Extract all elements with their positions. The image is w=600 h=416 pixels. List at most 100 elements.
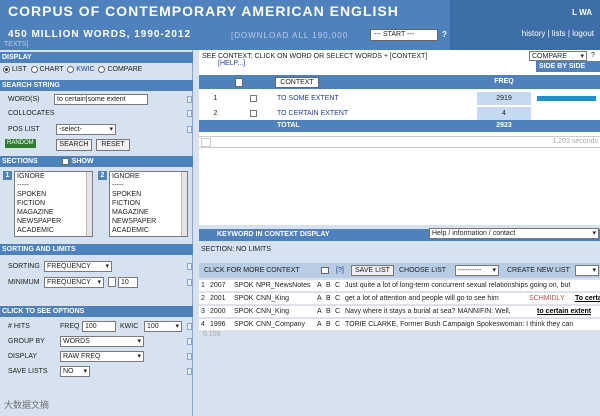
groupby-select[interactable]: WORDS: [60, 336, 144, 347]
download-link-texts[interactable]: TEXTS]: [4, 41, 29, 48]
kwic-a[interactable]: A: [317, 280, 322, 291]
kwic-a[interactable]: A: [317, 319, 322, 330]
list-item[interactable]: NEWSPAPER: [17, 217, 92, 226]
download-link[interactable]: [DOWNLOAD ALL 190,000: [231, 31, 348, 40]
help-icon[interactable]: [187, 96, 192, 103]
help-icon[interactable]: [187, 279, 192, 286]
list-item[interactable]: MAGAZINE: [112, 208, 187, 217]
kwic-b[interactable]: B: [326, 306, 331, 317]
kwic-row[interactable]: 1 2007 SPOK NPR_NewsNotes A B C Just qui…: [199, 280, 600, 292]
list-item[interactable]: FICTION: [17, 199, 92, 208]
help-icon[interactable]: ?: [442, 30, 447, 39]
row-checkbox[interactable]: [232, 107, 275, 120]
minimum-checkbox[interactable]: [108, 277, 116, 287]
help-icon[interactable]: [187, 353, 192, 360]
kwic-b[interactable]: B: [326, 280, 331, 291]
table-row[interactable]: 1 TO SOME EXTENT 2919: [199, 92, 600, 105]
save-list-button[interactable]: SAVE LIST: [351, 265, 394, 276]
search-string-header[interactable]: SEARCH STRING: [0, 80, 193, 91]
radio-icon[interactable]: [30, 66, 38, 73]
scrollbar[interactable]: [181, 172, 187, 236]
sorting-header[interactable]: SORTING AND LIMITS: [0, 244, 193, 255]
list-item[interactable]: SPOKEN: [112, 190, 187, 199]
kwic-c[interactable]: C: [335, 280, 340, 291]
kwic-a[interactable]: A: [317, 293, 322, 304]
kwic-row[interactable]: 2 2001 SPOK CNN_King A B C get a lot of …: [199, 293, 600, 305]
list-item[interactable]: NEWSPAPER: [112, 217, 187, 226]
help-icon[interactable]: [187, 368, 192, 375]
kwic-c[interactable]: C: [335, 293, 340, 304]
random-link[interactable]: RANDOM: [5, 139, 36, 148]
kwic-a[interactable]: A: [317, 306, 322, 317]
table-row[interactable]: 2 TO CERTAIN EXTENT 4: [199, 107, 600, 120]
minimum-input[interactable]: 10: [118, 277, 138, 288]
help-icon[interactable]: [187, 126, 192, 133]
list-item[interactable]: -----: [112, 181, 187, 190]
poslist-select[interactable]: -select-: [56, 124, 116, 135]
sorting-select[interactable]: FREQUENCY: [44, 261, 112, 272]
compare-select[interactable]: COMPARE: [529, 51, 587, 61]
select-all-checkbox[interactable]: [321, 267, 329, 274]
sections-header[interactable]: SECTIONS SHOW: [0, 156, 193, 167]
history-link[interactable]: history: [522, 29, 546, 38]
sections-list-2[interactable]: IGNORE ----- SPOKEN FICTION MAGAZINE NEW…: [109, 171, 188, 237]
reset-button[interactable]: RESET: [96, 139, 130, 151]
display-kwic-option[interactable]: KWIC: [67, 66, 95, 73]
freq-header[interactable]: FREQ: [477, 75, 531, 89]
select-all-checkbox[interactable]: [235, 78, 243, 87]
help-icon[interactable]: [187, 323, 192, 330]
kwic-row[interactable]: 3 2000 SPOK CNN_King A B C Navy where it…: [199, 306, 600, 318]
radio-icon[interactable]: [3, 66, 10, 73]
kwic-source[interactable]: CNN_King: [256, 306, 289, 317]
display-chart-option[interactable]: CHART: [30, 66, 63, 73]
list-item[interactable]: FICTION: [112, 199, 187, 208]
show-checkbox[interactable]: [61, 157, 69, 165]
row-word[interactable]: TO SOME EXTENT: [275, 92, 477, 105]
display-select[interactable]: RAW FREQ: [60, 351, 144, 362]
row-checkbox[interactable]: [232, 92, 275, 105]
side-by-side-select[interactable]: SIDE BY SIDE: [536, 61, 600, 72]
kwic-source[interactable]: CNN_Company: [256, 319, 305, 330]
new-list-input[interactable]: [575, 265, 599, 276]
freq-input[interactable]: 100: [82, 321, 116, 332]
radio-icon[interactable]: [98, 66, 106, 73]
display-compare-option[interactable]: COMPARE: [98, 66, 142, 73]
site-title[interactable]: CORPUS OF CONTEMPORARY AMERICAN ENGLISH: [8, 3, 399, 19]
choose-list-select[interactable]: ----------: [455, 265, 499, 276]
kwic-b[interactable]: B: [326, 319, 331, 330]
minimum-select[interactable]: FREQUENCY: [44, 277, 104, 288]
kwic-row[interactable]: 4 1996 SPOK CNN_Company A B C TORIE CLAR…: [199, 319, 600, 331]
kwic-source[interactable]: CNN_King: [256, 293, 289, 304]
list-item[interactable]: IGNORE: [17, 172, 92, 181]
context-button[interactable]: CONTEXT: [275, 77, 319, 88]
display-list-option[interactable]: LIST: [3, 66, 27, 73]
list-item[interactable]: SPOKEN: [17, 190, 92, 199]
help-icon[interactable]: [187, 263, 192, 270]
help-icon[interactable]: [187, 110, 192, 117]
words-input[interactable]: to certain|some extent: [54, 94, 148, 105]
help-select[interactable]: Help / information / contact: [429, 228, 599, 239]
list-item[interactable]: IGNORE: [112, 172, 187, 181]
kwic-hit[interactable]: To certa: [575, 293, 600, 304]
help-link[interactable]: [?]: [336, 263, 344, 278]
help-link[interactable]: [HELP...]: [218, 60, 427, 67]
kwic-c[interactable]: C: [335, 306, 340, 317]
list-item[interactable]: ACADEMIC: [112, 226, 187, 235]
sections-list-1[interactable]: IGNORE ----- SPOKEN FICTION MAGAZINE NEW…: [14, 171, 93, 237]
kwic-c[interactable]: C: [335, 319, 340, 330]
search-button[interactable]: SEARCH: [56, 139, 92, 151]
options-header[interactable]: CLICK TO SEE OPTIONS: [0, 306, 193, 317]
logout-link[interactable]: logout: [572, 29, 594, 38]
kwic-select[interactable]: 100: [144, 321, 182, 332]
radio-icon[interactable]: [67, 66, 75, 73]
kwic-b[interactable]: B: [326, 293, 331, 304]
row-word[interactable]: TO CERTAIN EXTENT: [275, 107, 477, 120]
help-icon[interactable]: [187, 338, 192, 345]
start-select[interactable]: --- START ---: [370, 29, 438, 41]
kwic-source[interactable]: NPR_NewsNotes: [256, 280, 310, 291]
display-section-header[interactable]: DISPLAY: [0, 52, 193, 63]
kwic-hit[interactable]: to certain extent: [537, 306, 591, 317]
list-item[interactable]: -----: [17, 181, 92, 190]
list-item[interactable]: ACADEMIC: [17, 226, 92, 235]
savelists-select[interactable]: NO: [60, 366, 90, 377]
